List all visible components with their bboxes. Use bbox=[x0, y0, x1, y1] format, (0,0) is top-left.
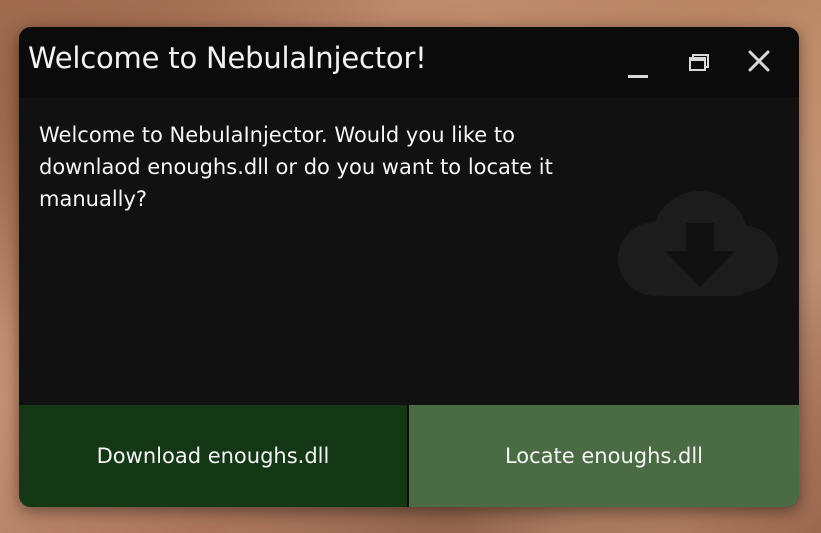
minimize-icon bbox=[628, 75, 648, 78]
download-button-label: Download enoughs.dll bbox=[96, 444, 330, 468]
action-buttons: Download enoughs.dll Locate enoughs.dll bbox=[19, 405, 799, 507]
dialog-message: Welcome to NebulaInjector. Would you lik… bbox=[39, 123, 553, 211]
welcome-dialog: Welcome to NebulaInjector! Welcome to Ne… bbox=[19, 27, 799, 507]
locate-button-label: Locate enoughs.dll bbox=[504, 444, 704, 468]
close-button[interactable] bbox=[739, 41, 779, 81]
download-button[interactable]: Download enoughs.dll bbox=[19, 405, 407, 507]
cloud-download-icon bbox=[618, 191, 778, 296]
window-title: Welcome to NebulaInjector! bbox=[28, 41, 427, 75]
close-icon bbox=[748, 50, 770, 72]
locate-button[interactable]: Locate enoughs.dll bbox=[409, 405, 799, 507]
title-bar[interactable]: Welcome to NebulaInjector! bbox=[19, 27, 799, 97]
restore-button[interactable] bbox=[679, 41, 719, 81]
restore-icon bbox=[689, 54, 709, 71]
minimize-button[interactable] bbox=[619, 41, 659, 81]
